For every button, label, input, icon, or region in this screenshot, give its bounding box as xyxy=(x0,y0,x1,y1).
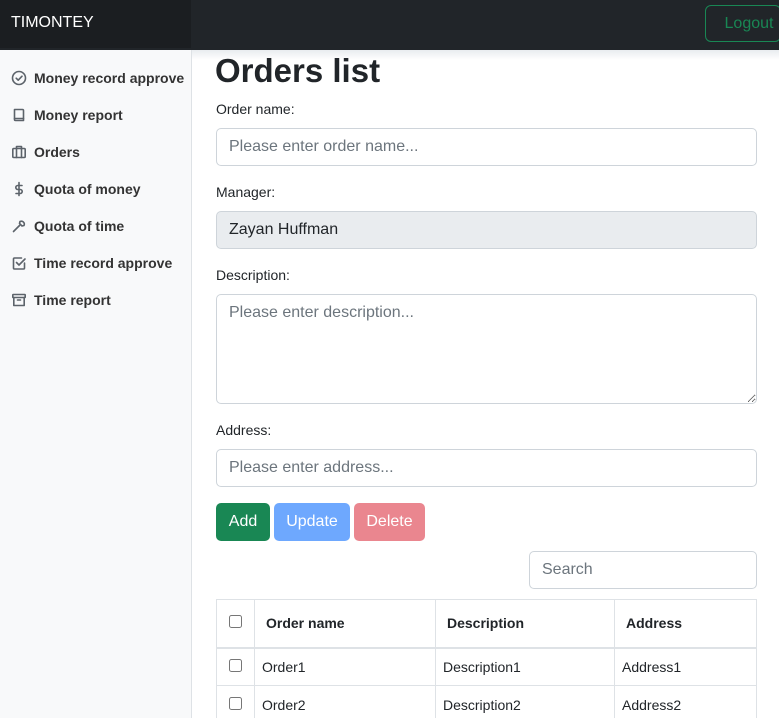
column-header-address[interactable]: Address xyxy=(614,599,757,649)
search-input[interactable] xyxy=(529,551,757,589)
sidebar-item-time-record-approve[interactable]: Time record approve xyxy=(0,244,191,281)
page-title: Orders list xyxy=(215,52,381,89)
sidebar: Money record approve Money report Orders… xyxy=(0,50,192,718)
logout-button[interactable]: Logout xyxy=(705,5,779,42)
check-circle-icon xyxy=(11,70,27,86)
add-button[interactable]: Add xyxy=(216,503,270,541)
select-all-checkbox[interactable] xyxy=(229,615,242,629)
check-square-icon xyxy=(11,255,27,271)
manager-label: Manager: xyxy=(216,184,276,200)
order-name-cell: Order2 xyxy=(254,685,436,718)
order-name-cell: Order1 xyxy=(254,647,436,686)
select-all-cell xyxy=(216,599,255,649)
update-button[interactable]: Update xyxy=(274,503,350,541)
address-cell: Address2 xyxy=(614,685,757,718)
dollar-icon xyxy=(11,181,27,197)
sidebar-item-label: Quota of time xyxy=(34,217,125,234)
order-name-label: Order name: xyxy=(216,101,295,117)
sidebar-item-label: Quota of money xyxy=(34,180,141,197)
top-navbar: TIMONTEY Logout xyxy=(0,0,779,50)
briefcase-icon xyxy=(11,144,27,160)
wrench-icon xyxy=(11,218,27,234)
sidebar-item-orders[interactable]: Orders xyxy=(0,133,191,170)
column-header-description[interactable]: Description xyxy=(435,599,615,649)
sidebar-item-quota-of-money[interactable]: Quota of money xyxy=(0,170,191,207)
sidebar-item-money-report[interactable]: Money report xyxy=(0,96,191,133)
brand-name[interactable]: TIMONTEY xyxy=(0,0,191,48)
address-cell: Address1 xyxy=(614,647,757,686)
column-header-order-name[interactable]: Order name xyxy=(254,599,436,649)
sidebar-item-label: Money record approve xyxy=(34,69,185,86)
sidebar-item-label: Time report xyxy=(34,291,111,308)
row-checkbox[interactable] xyxy=(229,696,242,710)
description-cell: Description1 xyxy=(435,647,615,686)
description-label: Description: xyxy=(216,267,290,283)
book-icon xyxy=(11,107,27,123)
sidebar-item-quota-of-time[interactable]: Quota of time xyxy=(0,207,191,244)
table-row[interactable]: Order1 Description1 Address1 xyxy=(216,647,757,686)
sidebar-item-money-record-approve[interactable]: Money record approve xyxy=(0,59,191,96)
description-cell: Description2 xyxy=(435,685,615,718)
row-checkbox[interactable] xyxy=(229,658,242,672)
sidebar-item-label: Time record approve xyxy=(34,254,173,271)
delete-button[interactable]: Delete xyxy=(354,503,425,541)
table-header-row: Order name Description Address xyxy=(216,599,757,649)
sidebar-item-label: Orders xyxy=(34,143,80,160)
row-select-cell xyxy=(216,685,255,718)
order-name-input[interactable] xyxy=(216,128,757,166)
description-textarea[interactable] xyxy=(216,294,757,404)
row-select-cell xyxy=(216,647,255,686)
table-row[interactable]: Order2 Description2 Address2 xyxy=(216,685,757,718)
address-input[interactable] xyxy=(216,449,757,487)
manager-field xyxy=(216,211,757,249)
sidebar-item-label: Money report xyxy=(34,106,123,123)
sidebar-item-time-report[interactable]: Time report xyxy=(0,281,191,318)
archive-icon xyxy=(11,292,27,308)
address-label: Address: xyxy=(216,422,272,438)
orders-table: Order name Description Address Order1 De… xyxy=(216,599,757,718)
